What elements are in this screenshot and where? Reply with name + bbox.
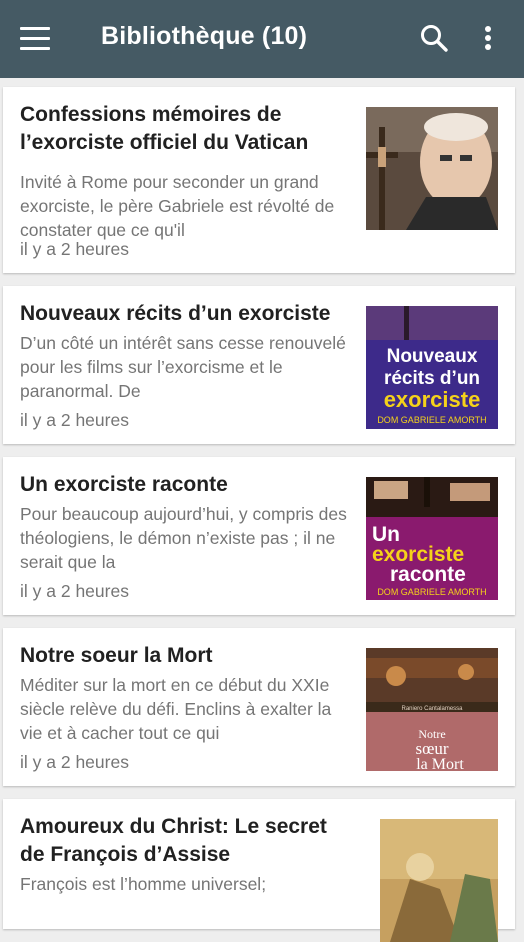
cover-title-line3: la Mort (416, 756, 464, 771)
book-cover-image (366, 107, 498, 230)
app-bar: Bibliothèque (10) (0, 0, 524, 78)
page-title: Bibliothèque (10) (101, 22, 308, 50)
book-excerpt: François est l’homme universel; (20, 874, 267, 894)
book-card[interactable]: Confessions mémoires de l’exorciste offi… (3, 87, 515, 273)
book-title: Amoureux du Christ: Le secret de Françoi… (20, 815, 327, 866)
cover-title-line2: récits d’un (384, 368, 480, 389)
book-cover-image: Un exorciste raconte DOM GABRIELE AMORTH (366, 477, 498, 600)
book-excerpt: Méditer sur la mort en ce début du XXIe … (20, 675, 332, 743)
book-time: il y a 2 heures (20, 239, 129, 259)
book-card[interactable]: Notre soeur la Mort Méditer sur la mort … (3, 628, 515, 786)
cover-title-line1: Nouveaux (387, 346, 478, 367)
more-vert-icon[interactable] (476, 22, 500, 54)
book-time: il y a 2 heures (20, 752, 129, 772)
cover-title-line3: raconte (390, 563, 466, 586)
hamburger-menu-icon[interactable] (20, 27, 50, 51)
book-title: Confessions mémoires de l’exorciste offi… (20, 103, 309, 154)
cover-author: DOM GABRIELE AMORTH (377, 415, 486, 425)
book-card[interactable]: Amoureux du Christ: Le secret de Françoi… (3, 799, 515, 942)
book-time: il y a 2 heures (20, 581, 129, 601)
search-icon[interactable] (418, 22, 450, 54)
book-excerpt: Invité à Rome pour seconder un grand exo… (20, 172, 335, 240)
cover-author: DOM GABRIELE AMORTH (377, 587, 486, 597)
book-card[interactable]: Nouveaux récits d’un exorciste D’un côté… (3, 286, 515, 444)
book-excerpt: Pour beaucoup aujourd’hui, y compris des… (20, 504, 347, 572)
book-time: il y a 2 heures (20, 410, 129, 430)
book-cover-image: Raniero Cantalamessa Notre sœur la Mort (366, 648, 498, 771)
cover-title-line3: exorciste (384, 387, 481, 412)
cover-author: Raniero Cantalamessa (401, 706, 463, 712)
book-title: Un exorciste raconte (20, 473, 228, 496)
book-title: Nouveaux récits d’un exorciste (20, 302, 331, 325)
book-excerpt: D’un côté un intérêt sans cesse renouvel… (20, 333, 346, 401)
book-cover-image (380, 819, 498, 942)
book-card[interactable]: Un exorciste raconte Pour beaucoup aujou… (3, 457, 515, 615)
book-cover-image: Nouveaux récits d’un exorciste DOM GABRI… (366, 306, 498, 429)
book-title: Notre soeur la Mort (20, 644, 213, 667)
